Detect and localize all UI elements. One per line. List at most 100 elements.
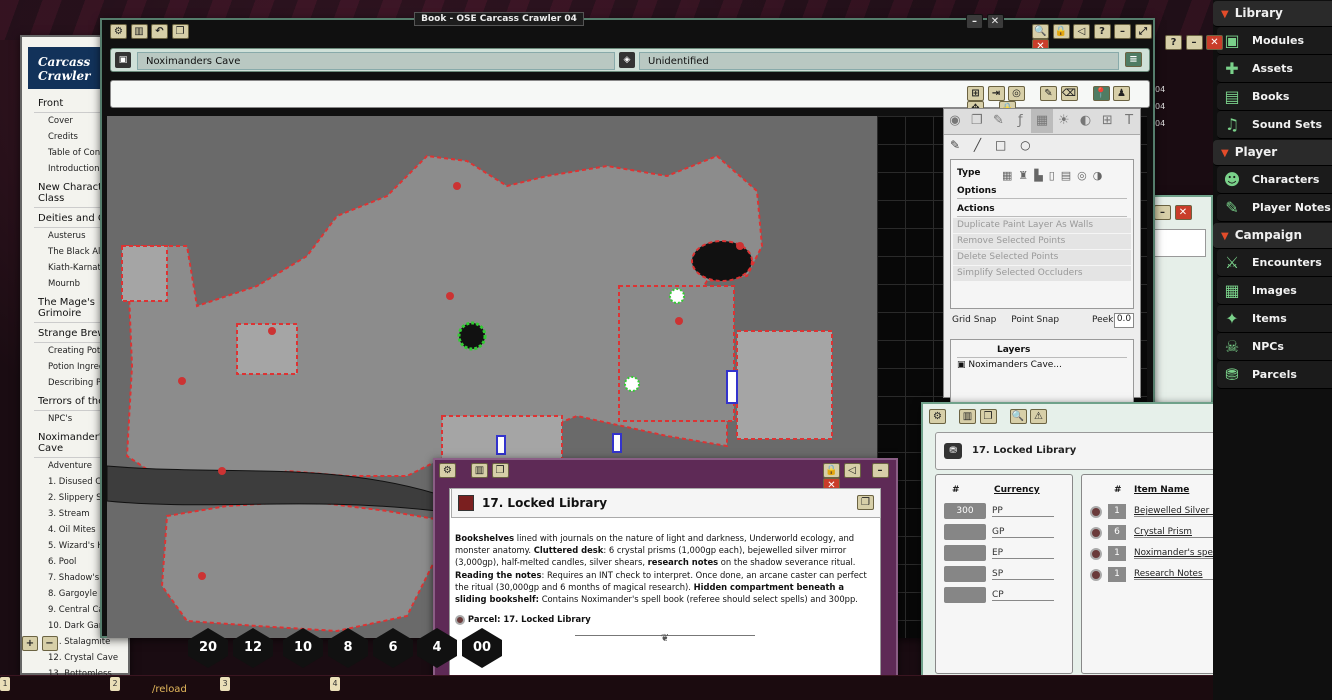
toc-item[interactable]: 12. Crystal Cave [34, 650, 128, 666]
fx-icon[interactable]: ƒ [1009, 109, 1031, 133]
text-icon[interactable]: T [1118, 109, 1140, 133]
minimize-button[interactable]: – [871, 463, 889, 478]
minimize-button[interactable]: – [1185, 35, 1203, 50]
share-icon[interactable]: ◁ [843, 463, 861, 478]
sidebar-item-npcs[interactable]: ☠ NPCs [1217, 333, 1332, 361]
identify-icon[interactable]: ◈ [619, 52, 635, 68]
sidebar-toggle-button[interactable]: ▥ [130, 24, 148, 39]
currency-amount-field[interactable] [944, 524, 986, 540]
hotkey-1[interactable]: 1 [0, 677, 10, 691]
chat-field[interactable] [1154, 229, 1206, 257]
grid-snap-label[interactable]: Grid Snap [952, 315, 996, 325]
story-title-text[interactable]: 17. Locked Library [482, 496, 607, 510]
minimize-button[interactable]: – [1154, 205, 1171, 220]
item-link-icon[interactable] [1090, 506, 1102, 518]
sidebar-item-assets[interactable]: ✚ Assets [1217, 55, 1332, 83]
item-link-icon[interactable] [1090, 548, 1102, 560]
item-count[interactable]: 1 [1108, 504, 1126, 519]
circle-icon[interactable]: ○ [1020, 138, 1030, 152]
close-button[interactable]: ✕ [1206, 35, 1223, 50]
brush-icon[interactable]: ✎ [988, 109, 1010, 133]
image-link-icon[interactable]: ▣ [115, 52, 131, 68]
share-icon[interactable]: ❐ [171, 24, 189, 39]
hotkey-3[interactable]: 3 [220, 677, 230, 691]
share-icon[interactable]: ❐ [857, 495, 874, 510]
zoom-in-button[interactable]: + [22, 636, 38, 651]
zoom-fit-icon[interactable]: ⊞ [967, 86, 984, 101]
item-count[interactable]: 1 [1108, 546, 1126, 561]
identified-field[interactable]: Unidentified [639, 52, 1119, 70]
color-icon[interactable]: ◉ [944, 109, 966, 133]
library-header[interactable]: ▼ Library [1213, 1, 1332, 27]
share-icon[interactable]: ❐ [979, 409, 997, 424]
sidebar-toggle-button[interactable]: ▥ [471, 463, 488, 478]
erase-icon[interactable]: ⌫ [1060, 86, 1078, 101]
grid-icon[interactable]: ⊞ [1096, 109, 1118, 133]
sidebar-item-player-notes[interactable]: ✎ Player Notes [1217, 194, 1332, 222]
layer-row[interactable]: ▣ Noximanders Cave... [957, 358, 1127, 373]
window-menu-icon[interactable]: ⚙ [110, 24, 127, 39]
item-link-icon[interactable] [1090, 527, 1102, 539]
parcel-link-text[interactable]: Parcel: 17. Locked Library [468, 614, 591, 624]
line-icon[interactable]: ╱ [974, 138, 981, 152]
pencil-icon[interactable]: ✎ [950, 138, 960, 152]
lock-icon[interactable]: 🔒 [823, 463, 840, 478]
action-remove-points[interactable]: Remove Selected Points [953, 234, 1131, 249]
sidebar-item-items[interactable]: ✦ Items [1217, 305, 1332, 333]
action-delete-points[interactable]: Delete Selected Points [953, 250, 1131, 265]
sidebar-item-characters[interactable]: ☻ Characters [1217, 166, 1332, 194]
search-icon[interactable]: 🔍 [1009, 409, 1027, 424]
parcel-title[interactable]: 17. Locked Library [972, 445, 1076, 456]
item-count[interactable]: 6 [1108, 525, 1126, 540]
sidebar-toggle-button[interactable]: ▥ [959, 409, 976, 424]
currency-amount-field[interactable] [944, 566, 986, 582]
parcel-link-icon[interactable] [455, 614, 465, 625]
copy-icon[interactable]: ❐ [966, 109, 988, 133]
parcel-link[interactable]: Parcel: 17. Locked Library [455, 613, 875, 625]
hotkey-2[interactable]: 2 [110, 677, 120, 691]
close-button[interactable]: ✕ [1174, 205, 1192, 220]
image-name-field[interactable]: Noximanders Cave [137, 52, 615, 70]
sidebar-item-images[interactable]: ▦ Images [1217, 277, 1332, 305]
minimize-button[interactable]: – [1114, 24, 1131, 39]
sidebar-item-parcels[interactable]: ⛃ Parcels [1217, 361, 1332, 389]
action-simplify[interactable]: Simplify Selected Occluders [953, 266, 1131, 281]
draw-icon[interactable]: ✎ [1040, 86, 1057, 101]
player-header[interactable]: ▼ Player [1213, 140, 1332, 166]
lock-icon[interactable]: 🔒 [1052, 24, 1070, 39]
sidebar-item-books[interactable]: ▤ Books [1217, 83, 1332, 111]
chat-command[interactable]: /reload [152, 684, 187, 695]
share-icon[interactable]: ◁ [1073, 24, 1090, 39]
dropdown-button[interactable]: ≡ [1125, 52, 1142, 67]
action-duplicate[interactable]: Duplicate Paint Layer As Walls [953, 218, 1131, 233]
zoom-to-icon[interactable]: ⇥ [987, 86, 1005, 101]
peek-input[interactable]: 0.0 [1114, 313, 1134, 328]
maximize-button[interactable]: ⤢ [1134, 24, 1152, 39]
sidebar-item-modules[interactable]: ▣ Modules [1217, 27, 1332, 55]
window-menu-icon[interactable]: ⚙ [439, 463, 456, 478]
item-count[interactable]: 1 [1108, 567, 1126, 582]
undo-icon[interactable]: ↶ [151, 24, 168, 39]
help-icon[interactable]: ? [1165, 35, 1182, 50]
share-icon[interactable]: ❐ [491, 463, 509, 478]
rectangle-icon[interactable]: □ [995, 138, 1006, 152]
wall-type-icons[interactable]: ▦♜▙▯▤◎◑ [1002, 169, 1108, 182]
mask-icon[interactable]: ◐ [1075, 109, 1097, 133]
sidebar-item-encounters[interactable]: ⚔ Encounters [1217, 249, 1332, 277]
zoom-icon[interactable]: 🔍 [1032, 24, 1049, 39]
currency-amount-field[interactable] [944, 545, 986, 561]
item-link-icon[interactable] [1090, 569, 1102, 581]
close-button[interactable]: ✕ [986, 14, 1004, 29]
light-icon[interactable]: ☀ [1053, 109, 1075, 133]
help-icon[interactable]: ? [1093, 24, 1111, 39]
token-icon[interactable]: ♟ [1113, 86, 1130, 101]
story-window[interactable]: ⚙ ▥ ❐ 🔒 ◁ – ✕ 17. Locked Library ❐ Books… [433, 458, 898, 700]
currency-amount-field[interactable]: 300 [944, 503, 986, 519]
point-snap-label[interactable]: Point Snap [1011, 315, 1059, 325]
minimize-button[interactable]: – [966, 14, 983, 29]
walls-icon[interactable]: ▦ [1031, 109, 1053, 133]
window-menu-icon[interactable]: ⚙ [929, 409, 946, 424]
hotkey-4[interactable]: 4 [330, 677, 340, 691]
warning-icon[interactable]: ⚠ [1030, 409, 1047, 424]
pin-icon[interactable]: 📍 [1092, 86, 1110, 101]
